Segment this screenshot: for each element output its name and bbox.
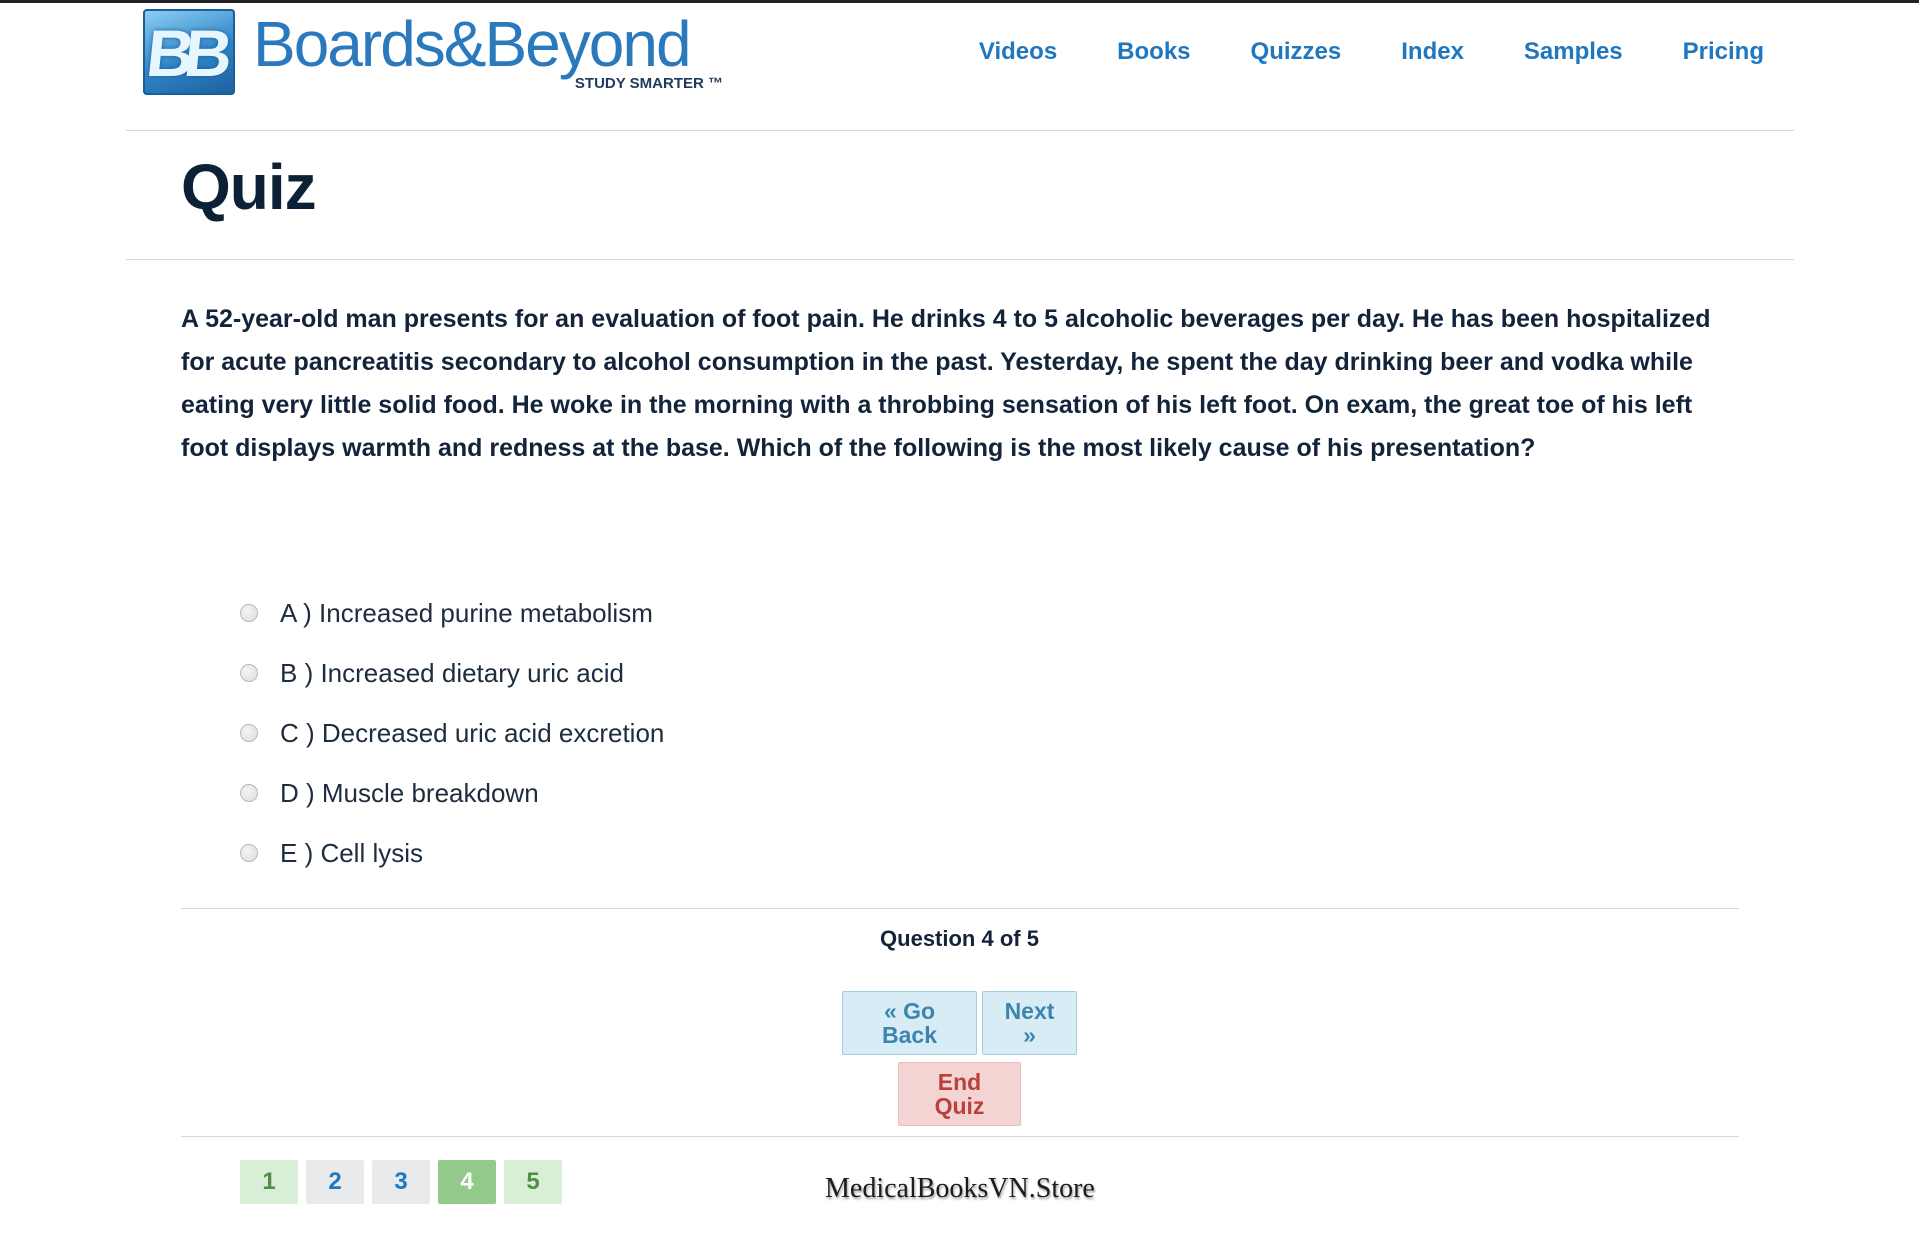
page-5-button[interactable]: 5: [504, 1160, 562, 1204]
page-4-button[interactable]: 4: [438, 1160, 496, 1204]
top-border: [0, 0, 1919, 3]
nav-index[interactable]: Index: [1401, 38, 1464, 66]
go-back-button[interactable]: « Go Back: [842, 991, 977, 1055]
page-title: Quiz: [181, 151, 317, 223]
choice-b-radio[interactable]: [240, 664, 258, 682]
quiz-nav-buttons: « Go Back Next »: [0, 991, 1919, 1055]
question-stem: A 52-year-old man presents for an evalua…: [181, 305, 1711, 462]
choice-b-label[interactable]: B ) Increased dietary uric acid: [280, 658, 624, 689]
nav-books[interactable]: Books: [1117, 38, 1190, 66]
end-quiz-button[interactable]: End Quiz: [898, 1062, 1021, 1126]
logo-wordmark: Boards&Beyond STUDY SMARTER ™: [253, 7, 723, 97]
title-divider: [126, 259, 1794, 260]
nav-videos[interactable]: Videos: [979, 38, 1057, 66]
logo-mark-text: BB: [143, 16, 227, 90]
header-divider: [126, 130, 1794, 131]
choice-e[interactable]: E ) Cell lysis: [240, 823, 664, 883]
next-button[interactable]: Next »: [982, 991, 1077, 1055]
nav-samples[interactable]: Samples: [1524, 38, 1623, 66]
choice-b[interactable]: B ) Increased dietary uric acid: [240, 643, 664, 703]
nav-quizzes[interactable]: Quizzes: [1251, 38, 1342, 66]
choice-d-radio[interactable]: [240, 784, 258, 802]
choice-e-radio[interactable]: [240, 844, 258, 862]
choice-e-label[interactable]: E ) Cell lysis: [280, 838, 423, 869]
choice-c[interactable]: C ) Decreased uric acid excretion: [240, 703, 664, 763]
choices-divider: [181, 908, 1739, 909]
site-logo[interactable]: BB Boards&Beyond STUDY SMARTER ™: [143, 7, 723, 97]
choice-c-radio[interactable]: [240, 724, 258, 742]
choice-c-label[interactable]: C ) Decreased uric acid excretion: [280, 718, 664, 749]
main-nav: Videos Books Quizzes Index Samples Prici…: [919, 38, 1764, 66]
choice-d-label[interactable]: D ) Muscle breakdown: [280, 778, 539, 809]
choice-a-label[interactable]: A ) Increased purine metabolism: [280, 598, 653, 629]
logo-tagline: STUDY SMARTER ™: [574, 75, 723, 92]
question-progress: Question 4 of 5: [880, 926, 1039, 951]
question-pager: 1 2 3 4 5: [240, 1160, 562, 1204]
logo-mark-icon: BB: [143, 9, 235, 95]
nav-pricing[interactable]: Pricing: [1683, 38, 1764, 66]
choice-d[interactable]: D ) Muscle breakdown: [240, 763, 664, 823]
page-3-button[interactable]: 3: [372, 1160, 430, 1204]
footer-divider: [181, 1136, 1739, 1137]
watermark: MedicalBooksVN.Store: [825, 1173, 1095, 1204]
page-1-button[interactable]: 1: [240, 1160, 298, 1204]
end-quiz-wrap: End Quiz: [0, 1062, 1919, 1126]
logo-name: Boards&Beyond: [253, 8, 692, 80]
choice-a[interactable]: A ) Increased purine metabolism: [240, 583, 664, 643]
answer-choices: A ) Increased purine metabolism B ) Incr…: [240, 583, 664, 883]
page-2-button[interactable]: 2: [306, 1160, 364, 1204]
choice-a-radio[interactable]: [240, 604, 258, 622]
